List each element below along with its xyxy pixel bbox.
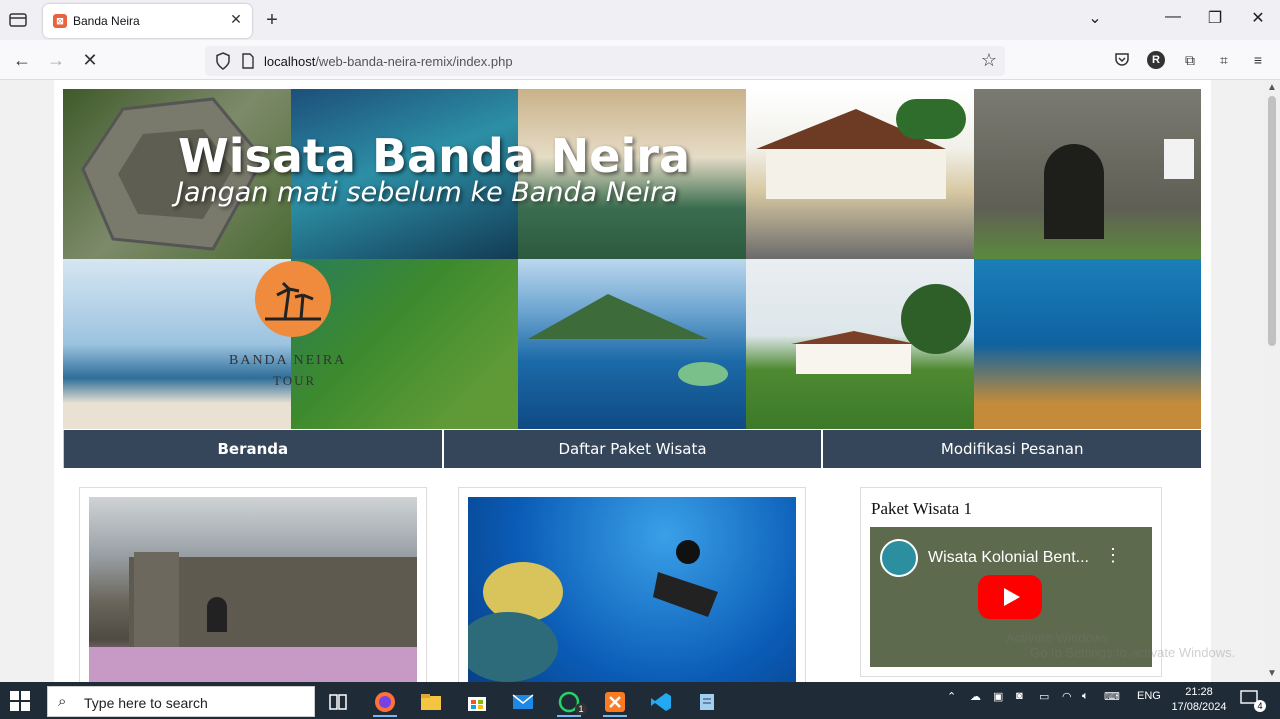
xampp-favicon-icon: ⊠ xyxy=(53,14,67,28)
diving-card[interactable] xyxy=(458,487,806,682)
new-tab-icon[interactable]: + xyxy=(262,9,282,31)
site-nav-menu: Beranda Daftar Paket Wisata Modifikasi P… xyxy=(63,430,1202,468)
page-scrollbar[interactable]: ▲ ▼ xyxy=(1264,80,1280,682)
channel-avatar[interactable] xyxy=(880,539,918,577)
battery-icon[interactable]: ▭ xyxy=(1039,690,1049,703)
stop-loading-icon[interactable]: ✕ xyxy=(79,50,101,70)
scroll-up-icon[interactable]: ▲ xyxy=(1267,82,1277,93)
language-indicator[interactable]: ENG xyxy=(1137,690,1161,702)
xampp-icon[interactable] xyxy=(595,686,635,717)
notepad-icon[interactable] xyxy=(687,686,727,717)
tray-overflow-icon[interactable]: ⌃ xyxy=(947,690,956,703)
extensions-puzzle-icon[interactable]: ⧉ xyxy=(1181,51,1199,69)
windows-start-icon[interactable] xyxy=(10,691,30,711)
network-icon[interactable]: ◠ xyxy=(1062,690,1072,703)
vscode-icon[interactable] xyxy=(641,686,681,717)
url-text: localhost/web-banda-neira-remix/index.ph… xyxy=(264,54,513,69)
clock-time: 21:28 xyxy=(1185,686,1213,698)
bookmark-star-icon[interactable]: ☆ xyxy=(981,50,997,71)
scroll-down-icon[interactable]: ▼ xyxy=(1267,668,1277,679)
firefox-icon[interactable] xyxy=(365,686,405,717)
page-info-icon[interactable] xyxy=(241,53,255,69)
banda-neira-tour-logo xyxy=(255,261,331,337)
close-window-icon[interactable]: ✕ xyxy=(1243,8,1273,28)
notification-count: 4 xyxy=(1254,700,1266,712)
tracking-shield-icon[interactable] xyxy=(215,52,231,70)
close-tab-icon[interactable]: ✕ xyxy=(228,11,244,27)
hamburger-menu-icon[interactable]: ≡ xyxy=(1249,51,1267,69)
page-viewport: BANDA NEIRA TOUR Wisata Banda Neira Jang… xyxy=(0,80,1264,682)
taskbar-search-box[interactable]: ⌕ Type here to search xyxy=(47,686,315,717)
whatsapp-icon[interactable]: 1 xyxy=(549,686,589,717)
clock-date: 17/08/2024 xyxy=(1171,701,1227,713)
play-button-icon[interactable] xyxy=(978,575,1042,619)
activate-windows-watermark: Activate Windows Go to Settings to activ… xyxy=(1006,630,1236,660)
whatsapp-badge: 1 xyxy=(575,703,587,715)
browser-tab[interactable]: ⊠ Banda Neira ✕ xyxy=(43,4,252,38)
fort-card[interactable] xyxy=(79,487,427,682)
camera-icon[interactable]: ◙ xyxy=(1016,690,1023,702)
volcano-island-photo xyxy=(518,259,746,429)
crop-screenshot-icon[interactable]: ⌗ xyxy=(1215,51,1233,69)
colonial-house-photo xyxy=(746,89,974,259)
coral-reef-photo xyxy=(974,259,1201,429)
hero-subtitle: Jangan mati sebelum ke Banda Neira xyxy=(176,177,678,208)
fort-wall-photo xyxy=(89,497,417,682)
menu-item-daftar-paket-wisata[interactable]: Daftar Paket Wisata xyxy=(441,430,822,468)
microsoft-store-icon[interactable] xyxy=(457,686,497,717)
taskbar-clock[interactable]: 21:28 17/08/2024 xyxy=(1168,685,1230,715)
profile-avatar[interactable]: R xyxy=(1147,51,1165,69)
minimize-icon[interactable]: — xyxy=(1158,8,1188,26)
video-card-title: Paket Wisata 1 xyxy=(871,499,972,518)
governor-house-photo xyxy=(746,259,974,429)
logo-text: BANDA NEIRA xyxy=(229,353,347,368)
scrollbar-thumb[interactable] xyxy=(1268,96,1276,346)
tab-title: Banda Neira xyxy=(73,14,140,28)
forward-icon[interactable]: → xyxy=(45,50,67,70)
pocket-icon[interactable] xyxy=(1113,51,1131,69)
keyboard-icon[interactable]: ⌨ xyxy=(1104,690,1120,703)
file-explorer-icon[interactable] xyxy=(411,686,451,717)
mail-icon[interactable] xyxy=(503,686,543,717)
task-view-icon[interactable] xyxy=(318,686,358,717)
stone-gate-photo xyxy=(974,89,1201,259)
back-icon[interactable]: ← xyxy=(11,50,33,70)
more-options-icon[interactable]: ⋮ xyxy=(1104,545,1122,566)
video-title[interactable]: Wisata Kolonial Bent... xyxy=(928,549,1089,567)
volume-icon[interactable]: 🔈︎ xyxy=(1082,690,1089,703)
windows-taskbar: ⌕ Type here to search 1 ⌃ ☁ ▣ ◙ ▭ ◠ 🔈︎ ⌨… xyxy=(0,682,1280,719)
logo-subtext: TOUR xyxy=(273,373,317,388)
notification-center-icon[interactable]: 4 xyxy=(1240,690,1266,712)
hero-title: Wisata Banda Neira xyxy=(178,129,690,183)
search-placeholder: Type here to search xyxy=(84,695,208,711)
tray-app-icon[interactable]: ▣ xyxy=(993,690,1003,703)
menu-item-modifikasi-pesanan[interactable]: Modifikasi Pesanan xyxy=(821,430,1202,468)
hero-banner: BANDA NEIRA TOUR Wisata Banda Neira Jang… xyxy=(63,89,1201,430)
menu-item-beranda[interactable]: Beranda xyxy=(63,430,442,468)
search-icon: ⌕ xyxy=(58,693,67,710)
tab-overflow-chevron-icon[interactable]: ⌄ xyxy=(1080,8,1110,28)
scuba-diver-photo xyxy=(468,497,796,682)
address-bar[interactable]: localhost/web-banda-neira-remix/index.ph… xyxy=(205,46,1005,76)
page-container: BANDA NEIRA TOUR Wisata Banda Neira Jang… xyxy=(54,80,1211,682)
tab-list-icon[interactable] xyxy=(8,10,28,30)
tab-bar: ⊠ Banda Neira ✕ + ⌄ — ❐ ✕ xyxy=(0,0,1280,40)
onedrive-icon[interactable]: ☁ xyxy=(970,690,981,703)
restore-icon[interactable]: ❐ xyxy=(1200,8,1230,28)
navigation-toolbar: ← → ✕ localhost/web-banda-neira-remix/in… xyxy=(0,40,1280,80)
